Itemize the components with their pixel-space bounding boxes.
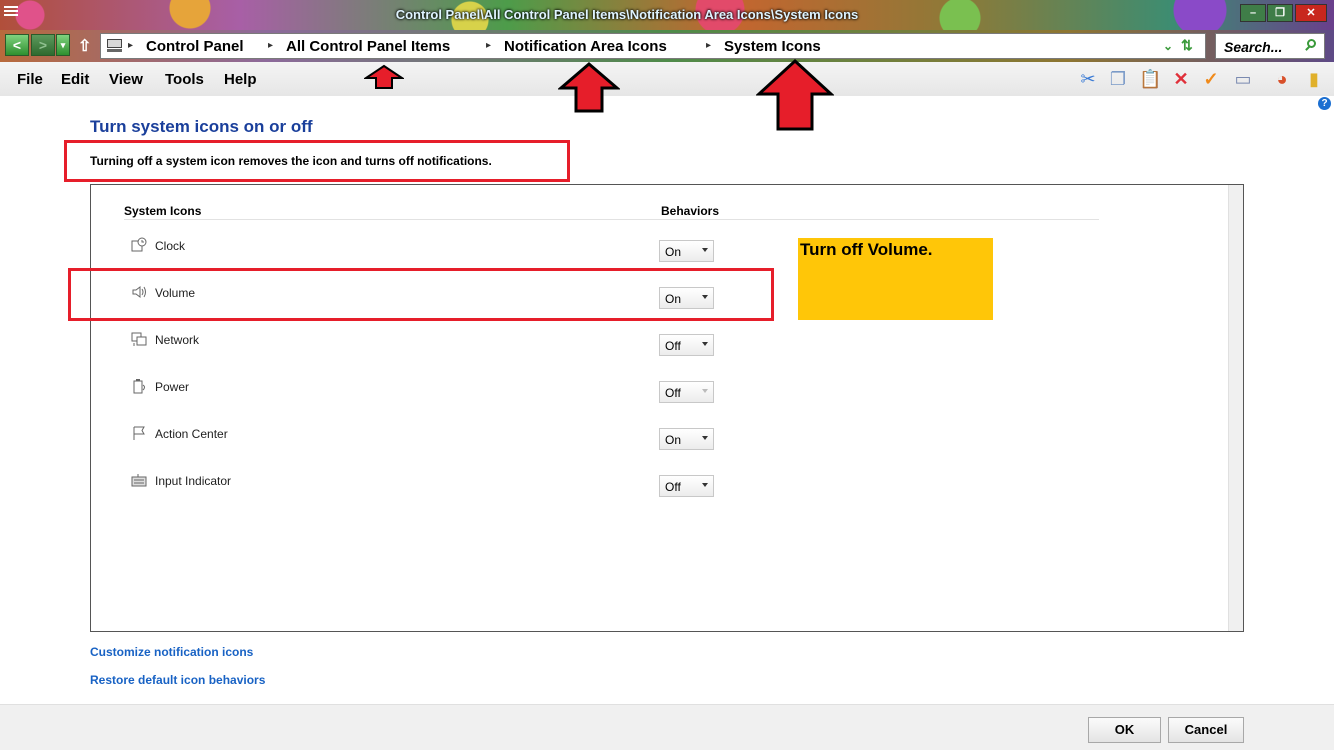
breadcrumb-all-items[interactable]: All Control Panel Items: [286, 38, 450, 55]
minimize-button[interactable]: –: [1240, 4, 1266, 22]
flag-icon: [133, 426, 145, 440]
power-icon: [133, 379, 145, 394]
close-button[interactable]: ✕: [1295, 4, 1327, 22]
back-button[interactable]: <: [5, 34, 29, 56]
color-wheel-icon[interactable]: ◕: [1271, 67, 1293, 91]
forward-button[interactable]: >: [31, 34, 55, 56]
cancel-button[interactable]: Cancel: [1168, 717, 1244, 743]
annotation-arrow-icon: [364, 64, 404, 89]
check-icon[interactable]: ✓: [1200, 67, 1222, 91]
dropdown-value: Off: [665, 339, 681, 353]
copy-icon[interactable]: ❐: [1107, 67, 1129, 91]
address-history-dropdown[interactable]: ⌄: [1163, 39, 1173, 53]
dropdown-value: Off: [665, 386, 681, 400]
volume-highlight-box: [68, 268, 774, 321]
column-header-system-icons: System Icons: [124, 204, 202, 218]
navigation-bar: < > ▾ ⇧ ▸ Control Panel ▸ All Control Pa…: [0, 30, 1334, 62]
system-icons-list: System Icons Behaviors Clock On Volume O…: [90, 184, 1244, 632]
annotation-note: Turn off Volume.: [798, 238, 993, 320]
network-icon: [131, 332, 147, 346]
network-behavior-dropdown[interactable]: Off: [659, 334, 714, 356]
restore-default-behaviors-link[interactable]: Restore default icon behaviors: [90, 673, 265, 687]
properties-icon[interactable]: ▭: [1232, 67, 1254, 91]
menu-help[interactable]: Help: [224, 71, 257, 88]
menu-tools[interactable]: Tools: [165, 71, 204, 88]
annotation-note-text: Turn off Volume.: [800, 240, 933, 259]
menu-edit[interactable]: Edit: [61, 71, 89, 88]
address-bar[interactable]: ▸ Control Panel ▸ All Control Panel Item…: [100, 33, 1206, 59]
dialog-footer: OK Cancel: [0, 704, 1334, 750]
cut-icon[interactable]: ✂: [1077, 67, 1099, 91]
breadcrumb-separator[interactable]: ▸: [128, 40, 133, 51]
breadcrumb-control-panel[interactable]: Control Panel: [146, 38, 244, 55]
power-behavior-dropdown[interactable]: Off: [659, 381, 714, 403]
annotation-arrow-icon: [756, 58, 834, 131]
chevron-down-icon: [702, 483, 708, 487]
row-label-action-center: Action Center: [155, 427, 228, 441]
customize-notification-icons-link[interactable]: Customize notification icons: [90, 645, 253, 659]
input-indicator-behavior-dropdown[interactable]: Off: [659, 475, 714, 497]
column-header-behaviors: Behaviors: [661, 204, 720, 218]
chevron-down-icon: [702, 342, 708, 346]
dropdown-value: On: [665, 245, 682, 259]
search-box[interactable]: Search...: [1215, 33, 1325, 59]
description-highlight-box: [64, 140, 570, 182]
refresh-icon[interactable]: ⇅: [1181, 37, 1193, 54]
maximize-button[interactable]: ❐: [1267, 4, 1293, 22]
keyboard-icon: [131, 474, 147, 487]
search-input[interactable]: Search...: [1224, 39, 1282, 55]
ok-button[interactable]: OK: [1088, 717, 1161, 743]
clock-icon: [131, 237, 147, 252]
delete-icon[interactable]: ✕: [1170, 67, 1192, 91]
row-label-input-indicator: Input Indicator: [155, 474, 232, 488]
up-one-level-button[interactable]: ⇧: [78, 36, 91, 56]
chevron-down-icon: [702, 436, 708, 440]
dropdown-value: On: [665, 433, 682, 447]
row-label-network: Network: [155, 333, 200, 347]
annotation-arrow-icon: [558, 62, 620, 113]
paste-icon[interactable]: 📋: [1139, 67, 1161, 91]
menu-file[interactable]: File: [17, 71, 43, 88]
breadcrumb-system-icons[interactable]: System Icons: [724, 38, 821, 55]
page-title: Turn system icons on or off: [90, 117, 313, 136]
title-bar: Control Panel\All Control Panel Items\No…: [0, 0, 1334, 30]
breadcrumb-notification-area-icons[interactable]: Notification Area Icons: [504, 38, 667, 55]
breadcrumb-separator[interactable]: ▸: [486, 40, 491, 51]
row-label-power: Power: [155, 380, 190, 394]
vertical-scrollbar[interactable]: [1228, 185, 1243, 631]
folder-icon[interactable]: ▮: [1303, 67, 1325, 91]
menu-view[interactable]: View: [109, 71, 143, 88]
dropdown-value: Off: [665, 480, 681, 494]
chevron-down-icon: [702, 389, 708, 393]
breadcrumb-separator[interactable]: ▸: [268, 40, 273, 51]
row-label-clock: Clock: [155, 239, 186, 253]
breadcrumb-separator[interactable]: ▸: [706, 40, 711, 51]
help-icon[interactable]: ?: [1318, 97, 1331, 110]
header-divider: [124, 219, 1099, 220]
computer-icon: [107, 39, 122, 52]
action-center-behavior-dropdown[interactable]: On: [659, 428, 714, 450]
recent-locations-button[interactable]: ▾: [56, 34, 70, 56]
chevron-down-icon: [702, 248, 708, 252]
menu-bar: File Edit View Tools Help ✂ ❐ 📋 ✕ ✓ ▭ ◕ …: [0, 62, 1334, 96]
search-icon[interactable]: [1304, 38, 1318, 54]
clock-behavior-dropdown[interactable]: On: [659, 240, 714, 262]
window-title: Control Panel\All Control Panel Items\No…: [395, 7, 859, 22]
